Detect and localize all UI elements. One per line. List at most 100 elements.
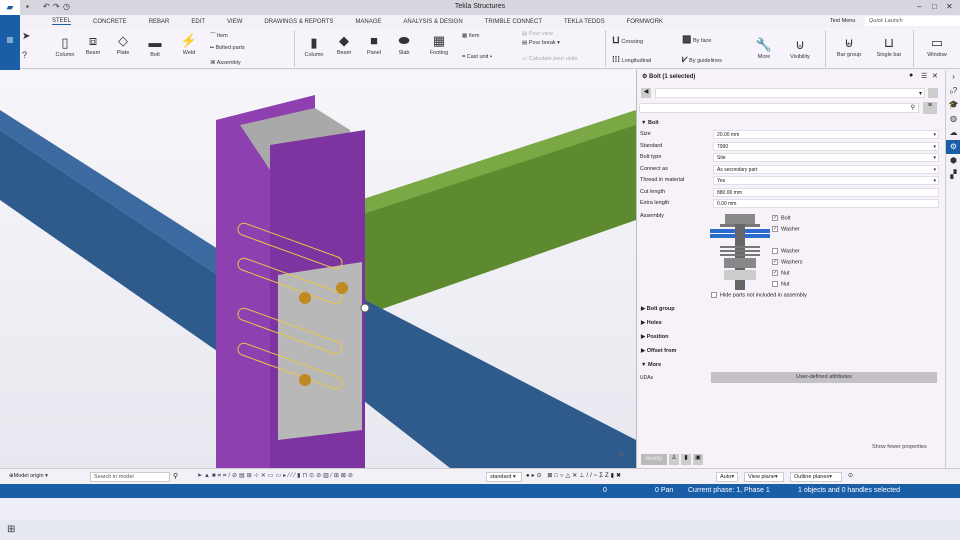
learning-icon[interactable]: 🎓: [946, 98, 960, 112]
tab-steel[interactable]: STEEL: [52, 18, 72, 25]
tab-formwork[interactable]: FORMWORK: [627, 19, 663, 25]
property-field[interactable]: 880.00 mm: [713, 187, 939, 197]
minimize-button[interactable]: –: [917, 2, 921, 11]
green-beam[interactable]: [360, 120, 636, 315]
bolt[interactable]: [336, 282, 348, 294]
longitudinal-button[interactable]: ⁞⁞⁞ Longitudinal: [612, 55, 651, 64]
window-button[interactable]: ▭ Window: [920, 34, 954, 58]
footing-button[interactable]: ▦ Footing: [426, 32, 452, 56]
catalog-icon[interactable]: ⬢: [946, 154, 960, 168]
concrete-beam-button[interactable]: ◆ Beam: [332, 32, 356, 56]
model-3d-view[interactable]: ✳: [0, 70, 636, 468]
calculate-pour-units-button[interactable]: ▭ Calculate pour units: [522, 56, 577, 62]
filter-button[interactable]: ≡: [923, 102, 937, 114]
property-field[interactable]: 20.00 mm ▾: [713, 130, 939, 139]
bolted-parts-button[interactable]: ▪▪ Bolted parts: [210, 45, 245, 51]
section-collapsed[interactable]: ▶ Offset from: [641, 348, 676, 354]
model-viewport[interactable]: ✳: [0, 70, 636, 468]
property-field[interactable]: As secondary part ▾: [713, 164, 939, 174]
bolt-button[interactable]: ▬ Bolt: [144, 34, 166, 58]
expand-icon[interactable]: ›: [946, 70, 960, 84]
cloud-icon[interactable]: ☁: [946, 126, 960, 140]
close-button[interactable]: ✕: [946, 2, 953, 11]
user-defined-attributes-button[interactable]: User-defined attributes: [711, 372, 937, 383]
layout-icon[interactable]: ☰: [921, 72, 927, 80]
single-bar-button[interactable]: ⊔ Single bar: [872, 34, 906, 58]
close-panel-icon[interactable]: ✕: [932, 72, 938, 80]
save-settings-button[interactable]: [928, 88, 938, 98]
select-arrow-icon[interactable]: ➤: [22, 31, 30, 42]
section-more[interactable]: ▼ More: [641, 362, 661, 368]
crossing-button[interactable]: ⊔ Crossing: [612, 35, 643, 46]
get-icon[interactable]: ♙: [669, 454, 679, 465]
modify-button[interactable]: Modify: [641, 454, 667, 465]
steel-beam-button[interactable]: ⧈ Beam: [82, 32, 104, 56]
test-menu[interactable]: Test Menu: [830, 18, 855, 24]
tab-tekla-tedds[interactable]: TEKLA TEDDS: [564, 19, 605, 25]
pour-view-button[interactable]: ▤ Pour view: [522, 31, 553, 37]
assembly-checkbox[interactable]: ✓ Washer: [772, 226, 800, 232]
steel-column-button[interactable]: ▯ Column: [52, 34, 78, 58]
item-button[interactable]: ⌒ Item: [210, 31, 228, 39]
auto-dropdown[interactable]: Auto▾: [716, 472, 738, 482]
maximize-button[interactable]: □: [932, 2, 937, 11]
help-icon[interactable]: ●: [909, 72, 913, 79]
bolt[interactable]: [299, 292, 311, 304]
snap-switches[interactable]: ●▸⊙ ⊠□○△✕⊥//~ΣΖ▮✖: [526, 472, 623, 479]
show-fewer-properties-link[interactable]: Show fewer properties: [872, 444, 927, 450]
assembly-checkbox[interactable]: ✓ Nut: [772, 270, 790, 276]
tab-view[interactable]: VIEW: [227, 19, 242, 25]
tab-rebar[interactable]: REBAR: [149, 19, 170, 25]
assembly-checkbox[interactable]: ✓ Washers: [772, 259, 803, 265]
assembly-checkbox[interactable]: ✓ Bolt: [772, 215, 790, 221]
windows-start-icon[interactable]: ⊞: [7, 524, 15, 535]
visibility-button[interactable]: ⊍ Visibility: [786, 36, 814, 60]
section-bolt[interactable]: ▼ Bolt: [641, 120, 659, 126]
bar-group-button[interactable]: ⊌ Bar group: [832, 34, 866, 58]
quick-launch-input[interactable]: Quick Launch: [865, 16, 960, 26]
assembly-checkbox[interactable]: Nut: [772, 281, 790, 287]
pour-break-button[interactable]: ▤ Pour break ▾: [522, 40, 560, 46]
quick-help-icon[interactable]: ₒ?: [946, 84, 960, 98]
tab-manage[interactable]: MANAGE: [355, 19, 381, 25]
section-collapsed[interactable]: ▶ Position: [641, 334, 668, 340]
plate-button[interactable]: ◇ Plate: [112, 32, 134, 56]
back-button[interactable]: ◀: [641, 88, 651, 98]
property-field[interactable]: 7990 ▾: [713, 141, 939, 151]
outline-planes-dropdown[interactable]: Outline planes▾: [790, 472, 842, 482]
panel-toggle-icon[interactable]: [7, 37, 13, 43]
assembly-button[interactable]: ⌘ Assembly: [210, 60, 241, 66]
concrete-column-button[interactable]: ▮ Column: [302, 34, 326, 58]
property-field[interactable]: 0.00 mm: [713, 199, 939, 208]
concrete-item-button[interactable]: ▩ Item: [462, 33, 479, 39]
selection-switches[interactable]: ➤▲■⌗⌗/⊘▤⊞⊹✕▭▭▸⁄⁄⁄▮⊓⊙⊘▥⁄⊞⊠⊘: [197, 472, 355, 480]
tab-drawings-reports[interactable]: DRAWINGS & REPORTS: [264, 19, 333, 25]
tab-trimble-connect[interactable]: TRIMBLE CONNECT: [485, 19, 542, 25]
help-icon[interactable]: ?: [22, 50, 27, 60]
more-button[interactable]: 🔧 More: [752, 36, 776, 60]
connection-plate[interactable]: [278, 262, 362, 440]
applications-icon[interactable]: ▞: [946, 168, 960, 182]
search-in-model-input[interactable]: Search in model: [90, 472, 170, 482]
by-guidelines-button[interactable]: ⩗ By guidelines: [682, 54, 722, 65]
online-icon[interactable]: ◍: [946, 112, 960, 126]
search-icon[interactable]: ⚲: [173, 472, 178, 480]
tab-concrete[interactable]: CONCRETE: [93, 19, 127, 25]
slab-button[interactable]: ⬬ Slab: [392, 32, 416, 56]
view-plane-dropdown[interactable]: View plane▾: [744, 472, 784, 482]
pick-icon[interactable]: ▣: [693, 454, 703, 465]
status-phase[interactable]: Current phase: 1, Phase 1: [688, 487, 770, 494]
visibility-icon[interactable]: ⊙: [848, 472, 853, 479]
model-origin-dropdown[interactable]: ⊕Model origin ▾: [6, 472, 60, 482]
properties-icon[interactable]: ⚙: [946, 140, 960, 154]
copy-icon[interactable]: ▮: [681, 454, 691, 465]
tab-edit[interactable]: EDIT: [191, 19, 205, 25]
by-face-button[interactable]: ▩ By face: [682, 34, 711, 45]
section-collapsed[interactable]: ▶ Holes: [641, 320, 662, 326]
hide-parts-checkbox[interactable]: Hide parts not included in assembly: [711, 292, 807, 298]
assembly-checkbox[interactable]: Washer: [772, 248, 800, 254]
tab-analysis-design[interactable]: ANALYSIS & DESIGN: [403, 19, 462, 25]
property-field[interactable]: Site ▾: [713, 153, 939, 162]
settings-dropdown[interactable]: ▾: [655, 88, 925, 98]
bolt[interactable]: [299, 374, 311, 386]
